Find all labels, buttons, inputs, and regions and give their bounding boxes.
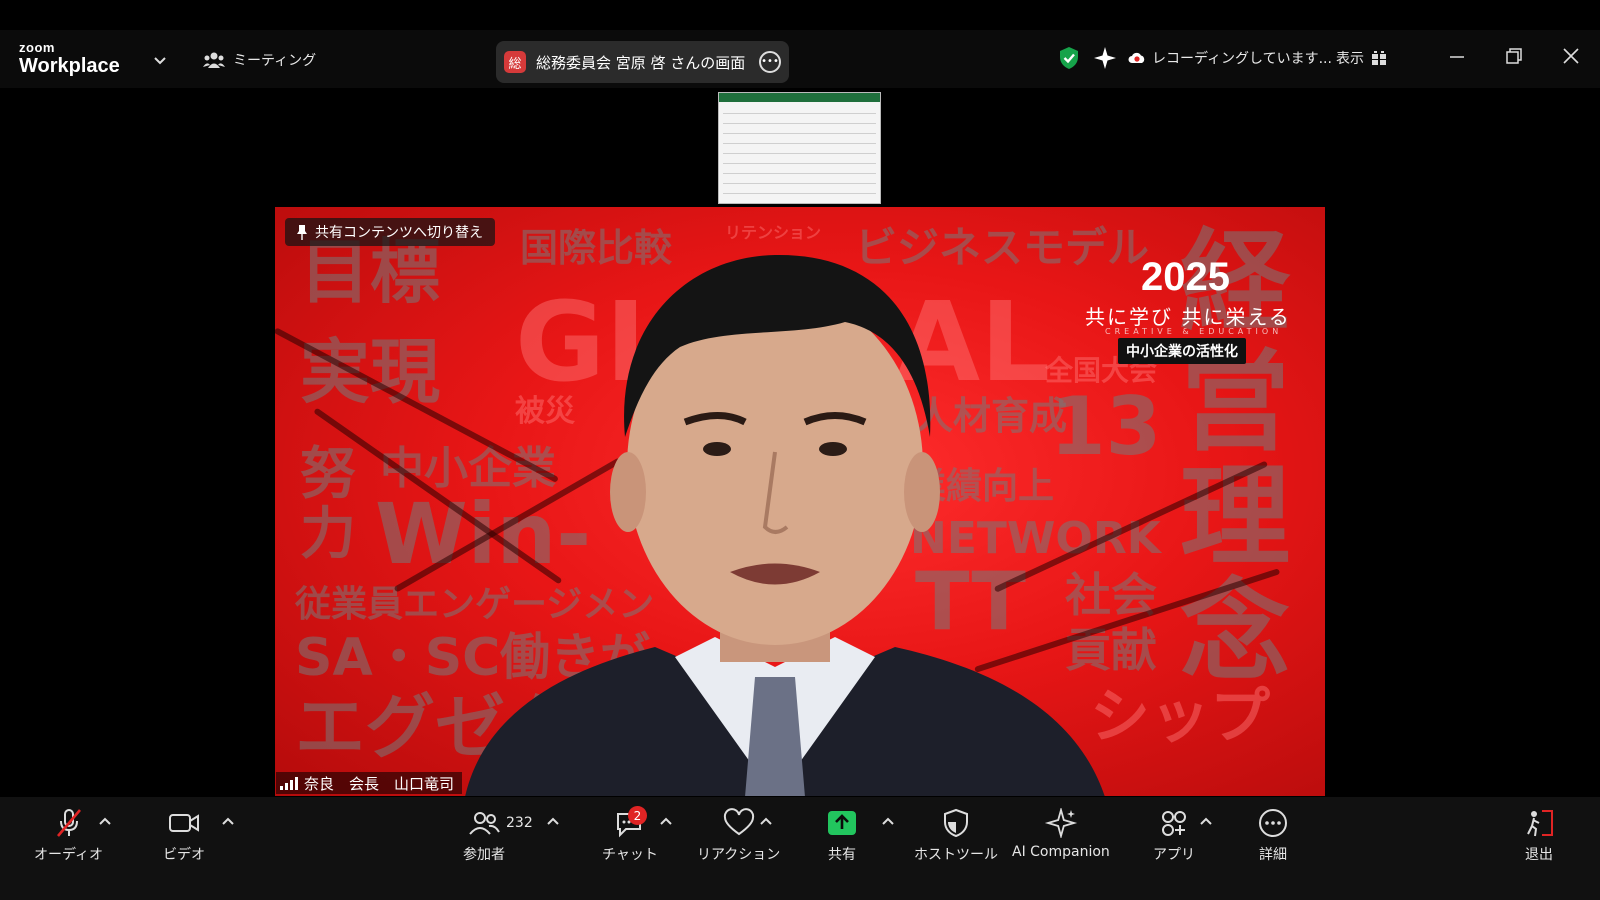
leave-button[interactable]: 退出 [1522,808,1556,864]
slide-theme: 中小企業の活性化 [1118,338,1246,364]
video-camera-icon [169,814,199,832]
video-options-caret-icon[interactable] [221,816,235,826]
video-label: ビデオ [163,847,205,863]
chat-options-caret-icon[interactable] [659,816,673,826]
restore-icon[interactable] [1505,47,1523,65]
zoom-logo: zoom Workplace [19,41,120,76]
more-label: 詳細 [1259,847,1287,863]
chat-unread-badge: 2 [628,806,647,825]
slide-word: 力 [300,502,356,567]
microphone-muted-icon [56,809,81,837]
audio-options-caret-icon[interactable] [98,816,112,826]
share-screen-icon [828,811,856,835]
apps-button[interactable]: アプリ [1153,808,1195,864]
participants-button[interactable]: 参加者 [463,808,505,864]
ai-companion-button[interactable]: AI Companion [1012,808,1110,860]
chat-label: チャット [602,847,658,863]
heart-icon [723,808,754,836]
slide-word: 実現 [300,331,440,413]
encryption-shield-icon[interactable] [1058,46,1080,70]
reactions-options-caret-icon[interactable] [759,816,773,826]
participants-options-caret-icon[interactable] [546,816,560,826]
ai-companion-label: AI Companion [1012,844,1110,860]
apps-label: アプリ [1153,847,1195,863]
host-tools-button[interactable]: ホストツール [914,808,998,864]
cloud-recording-icon [1128,52,1145,63]
brand-line1: zoom [19,40,55,55]
video-button[interactable]: ビデオ [163,808,205,864]
leave-label: 退出 [1525,847,1553,863]
connection-strength-icon [280,776,298,790]
slide-word: 念 [1180,568,1290,696]
leave-exit-icon [1527,810,1553,837]
close-icon[interactable] [1562,47,1580,65]
more-button[interactable]: 詳細 [1256,808,1290,864]
share-title: 総務委員会 宮原 啓 さんの画面 [536,53,746,72]
chevron-down-icon[interactable] [152,52,168,68]
reactions-label: リアクション [697,847,781,863]
sharer-avatar: 総 [504,51,526,73]
spreadsheet-ribbon [719,93,880,102]
meeting-menu[interactable]: ミーティング [203,50,316,70]
screen-share-indicator[interactable]: 総 総務委員会 宮原 啓 さんの画面 ••• [496,41,789,83]
meeting-toolbar [0,797,1600,900]
grid-view-icon [1372,51,1386,65]
brand-line2: Workplace [19,55,120,77]
share-label: 共有 [828,847,856,863]
participants-label: 参加者 [463,847,505,863]
meeting-label: ミーティング [233,53,317,69]
slide-word: 目標 [300,231,440,313]
slide-slogan-sub: CREATIVE & EDUCATION [1105,327,1283,336]
recording-status[interactable]: レコーディングしています... [1128,46,1332,70]
more-options-icon[interactable]: ••• [759,51,781,73]
minimize-icon[interactable] [1448,47,1466,65]
share-options-caret-icon[interactable] [881,816,895,826]
ai-sparkle-icon[interactable] [1093,46,1117,70]
audio-button[interactable]: オーディオ [34,808,103,864]
view-label: 表示 [1336,51,1364,67]
host-tools-label: ホストツール [914,847,998,863]
ai-companion-sparkle-icon [1044,808,1078,838]
audio-label: オーディオ [34,847,104,863]
apps-options-caret-icon[interactable] [1199,816,1213,826]
share-button[interactable]: 共有 [825,808,859,864]
meeting-people-icon [203,52,225,68]
slide-word: 努 [300,442,356,507]
speaker-name-tag: 奈良 会長 山口竜司 [276,772,463,794]
recording-label: レコーディングしています... [1152,51,1332,67]
pin-icon [297,225,307,240]
speaker-video[interactable]: 目標 実現 努 力 国際比較 リテンション ビジネスモデル GL AL 中小企業… [275,207,1325,796]
host-shield-icon [944,808,968,838]
shared-screen-thumbnail[interactable] [718,92,881,204]
more-dots-icon [1259,809,1287,837]
apps-icon [1162,811,1186,836]
speaker-name: 奈良 会長 山口竜司 [304,774,455,793]
view-button[interactable]: 表示 [1336,46,1386,70]
participants-count: 232 [506,815,533,831]
top-strip [0,0,1600,30]
participants-icon [469,812,500,835]
slide-year: 2025 [1141,255,1230,299]
speaker-image [465,254,1105,796]
